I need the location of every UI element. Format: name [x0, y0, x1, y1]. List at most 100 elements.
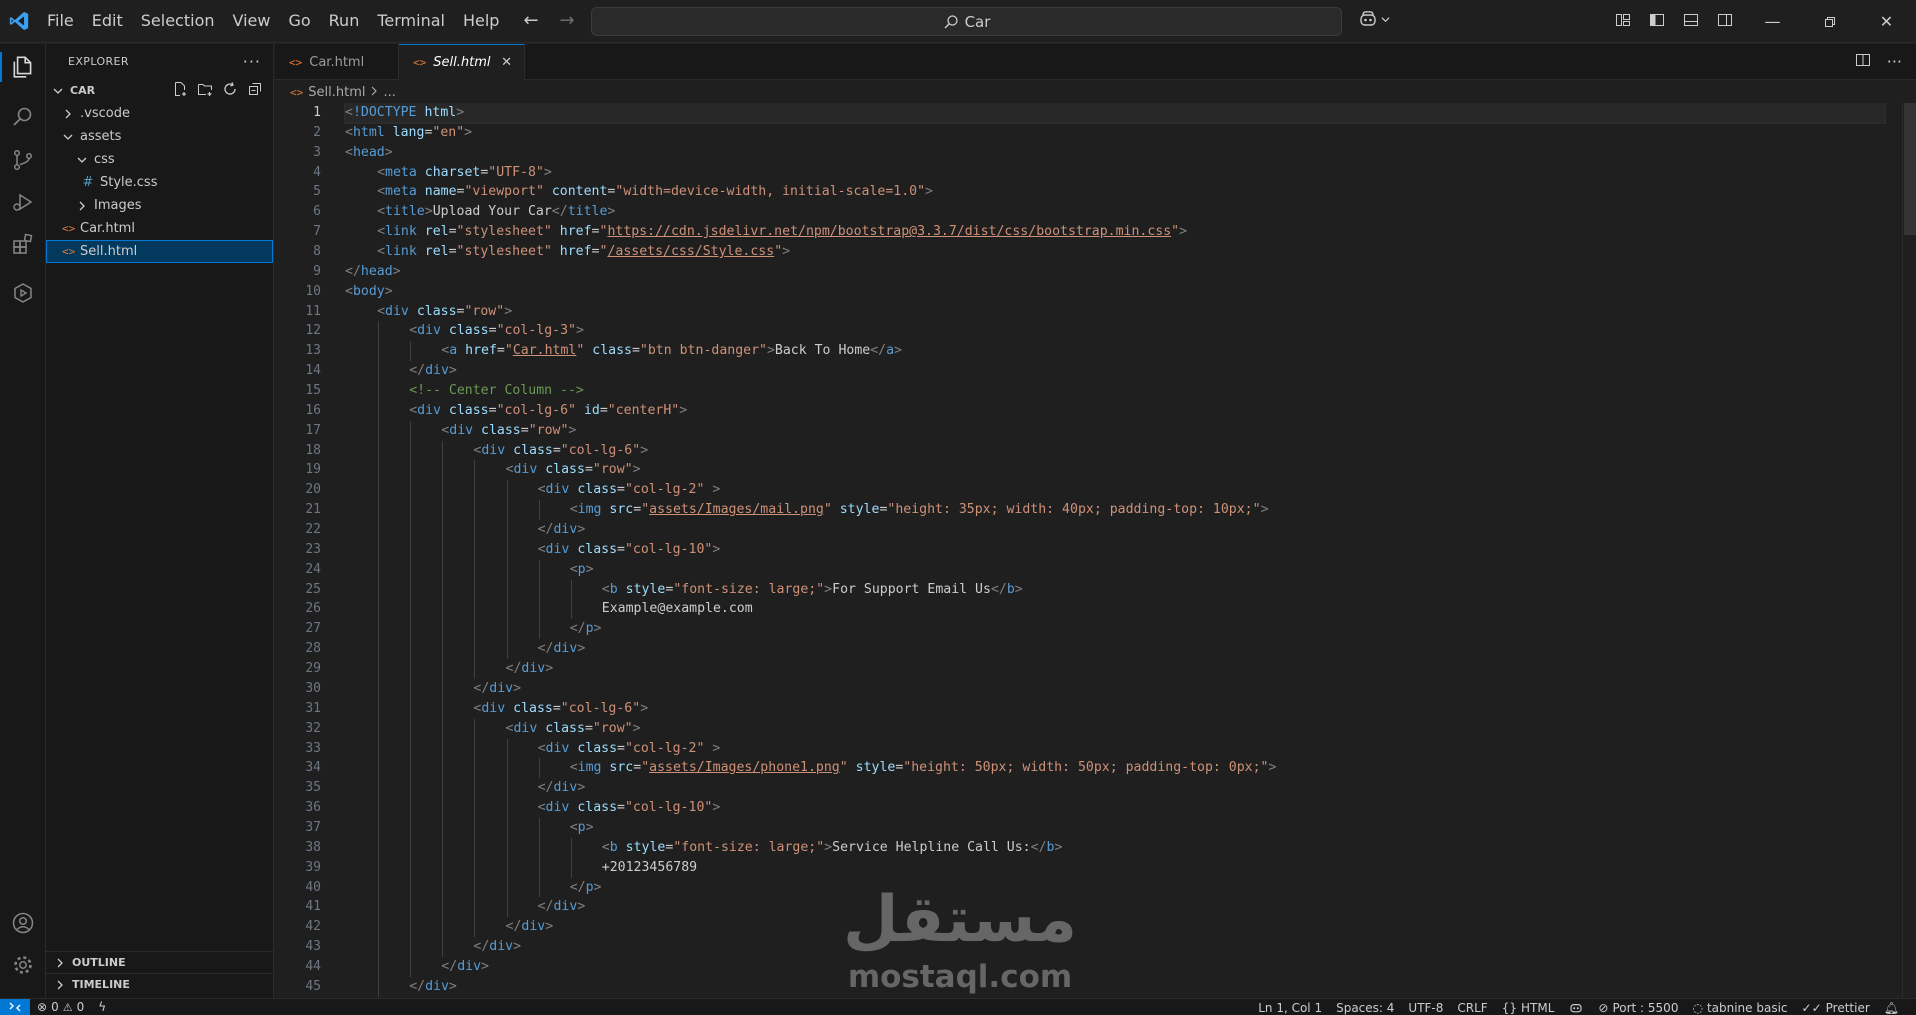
- more-actions-icon[interactable]: ···: [1887, 52, 1902, 72]
- code-line[interactable]: </div>: [345, 659, 1885, 679]
- run-debug-icon[interactable]: [0, 179, 46, 225]
- problems-indicator[interactable]: ⊗ 0 ⚠ 0: [30, 999, 91, 1015]
- code-line[interactable]: <div class="col-lg-10">: [345, 539, 1885, 560]
- code-line[interactable]: </div>: [345, 976, 1885, 997]
- code-line[interactable]: <meta charset="UTF-8">: [345, 163, 1885, 183]
- remote-explorer-icon[interactable]: [0, 270, 46, 316]
- code-line[interactable]: </div>: [345, 678, 1885, 699]
- code-line[interactable]: </div>: [345, 361, 1885, 382]
- prettier-status[interactable]: ✓✓ Prettier: [1795, 999, 1877, 1015]
- indentation[interactable]: Spaces: 4: [1329, 999, 1401, 1015]
- code-line[interactable]: <img src="assets/Images/mail.png" style=…: [345, 500, 1885, 521]
- code-line[interactable]: </head>: [345, 262, 1885, 282]
- notifications[interactable]: 🔔︎: [1877, 999, 1906, 1015]
- encoding[interactable]: UTF-8: [1401, 999, 1450, 1015]
- editor-scrollbar[interactable]: [1902, 103, 1916, 998]
- live-share-item[interactable]: ϟ: [91, 999, 113, 1015]
- code-line[interactable]: <a href="Car.html" class="btn btn-danger…: [345, 341, 1885, 362]
- command-center-search[interactable]: Car: [591, 7, 1342, 36]
- menu-run[interactable]: Run: [320, 6, 369, 36]
- code-line[interactable]: </div>: [345, 639, 1885, 660]
- breadcrumb-file[interactable]: Sell.html: [308, 85, 365, 100]
- code-editor[interactable]: 1 2 3 4 5 6 7 8 9 10 11 12 13 14 15 16 17 18 19 20 21 22 23 24 2…: [275, 103, 1916, 998]
- toggle-secondary-sidebar-icon[interactable]: [1714, 9, 1736, 31]
- code-line[interactable]: <!-- Center Column -->: [345, 381, 1885, 401]
- menu-help[interactable]: Help: [454, 6, 508, 36]
- forward-arrow-icon[interactable]: →: [556, 10, 578, 31]
- code-line[interactable]: <link rel="stylesheet" href="/assets/css…: [345, 242, 1885, 262]
- menu-view[interactable]: View: [224, 6, 280, 36]
- code-line[interactable]: <div class="col-lg-6">: [345, 698, 1885, 719]
- more-actions-icon[interactable]: ···: [243, 52, 261, 71]
- code-line[interactable]: <div class="col-lg-10">: [345, 798, 1885, 818]
- code-line[interactable]: <head>: [345, 143, 1885, 163]
- code-line[interactable]: </div>: [345, 937, 1885, 957]
- tab-car-html[interactable]: <> Car.html: [275, 44, 399, 80]
- code-line[interactable]: </p>: [345, 877, 1885, 898]
- code-line[interactable]: <b style="font-size: large;">For Support…: [345, 579, 1885, 600]
- code-line[interactable]: <div class="col-lg-2" >: [345, 738, 1885, 759]
- search-icon[interactable]: [0, 94, 46, 140]
- live-server-port[interactable]: ⊘ Port : 5500: [1591, 999, 1685, 1015]
- end-of-line[interactable]: CRLF: [1450, 999, 1494, 1015]
- code-line[interactable]: </div>: [345, 520, 1885, 540]
- toggle-panel-icon[interactable]: [1680, 9, 1702, 31]
- tree-item-assets[interactable]: assets: [46, 125, 273, 148]
- code-line[interactable]: <img src="assets/Images/phone1.png" styl…: [345, 758, 1885, 779]
- close-icon[interactable]: ✕: [1858, 0, 1915, 43]
- menu-terminal[interactable]: Terminal: [368, 6, 454, 36]
- remote-indicator[interactable]: [0, 998, 30, 1015]
- code-line[interactable]: <div class="col-lg-2" >: [345, 480, 1885, 501]
- timeline-section[interactable]: TIMELINE: [46, 973, 273, 995]
- menu-file[interactable]: File: [38, 6, 83, 36]
- code-line[interactable]: <b style="font-size: large;">Service Hel…: [345, 837, 1885, 858]
- copilot-button[interactable]: [1358, 10, 1390, 28]
- restore-icon[interactable]: [1801, 0, 1858, 43]
- tree-item-sell-html[interactable]: <> Sell.html: [46, 240, 273, 263]
- extensions-icon[interactable]: [0, 221, 46, 267]
- new-file-icon[interactable]: [172, 81, 188, 100]
- tree-item-vscode[interactable]: .vscode: [46, 102, 273, 125]
- outline-section[interactable]: OUTLINE: [46, 951, 273, 973]
- menu-go[interactable]: Go: [279, 6, 319, 36]
- code-lines[interactable]: <!DOCTYPE html> <html lang="en"> <head> <me…: [344, 103, 1886, 997]
- code-line[interactable]: +20123456789: [345, 857, 1885, 878]
- explorer-icon[interactable]: [0, 44, 46, 90]
- accounts-icon[interactable]: [0, 900, 46, 946]
- copilot-status[interactable]: [1561, 999, 1591, 1015]
- cursor-position[interactable]: Ln 1, Col 1: [1251, 999, 1329, 1015]
- split-editor-icon[interactable]: [1855, 52, 1871, 72]
- code-line[interactable]: <div class="row">: [345, 420, 1885, 441]
- tree-item-images[interactable]: Images: [46, 194, 273, 217]
- minimize-icon[interactable]: —: [1744, 0, 1801, 43]
- new-folder-icon[interactable]: [197, 81, 213, 100]
- close-tab-icon[interactable]: ✕: [501, 55, 512, 70]
- back-arrow-icon[interactable]: ←: [520, 10, 542, 31]
- code-line[interactable]: <body>: [345, 282, 1885, 302]
- language-mode[interactable]: {} HTML: [1495, 999, 1562, 1015]
- collapse-all-icon[interactable]: [247, 81, 263, 100]
- breadcrumb-more[interactable]: ...: [383, 85, 395, 100]
- tree-item-car-html[interactable]: <> Car.html: [46, 217, 273, 240]
- tree-item-css[interactable]: css: [46, 148, 273, 171]
- tabnine-status[interactable]: ◌ tabnine basic: [1685, 999, 1794, 1015]
- code-line[interactable]: <p>: [345, 559, 1885, 580]
- code-line[interactable]: <link rel="stylesheet" href="https://cdn…: [345, 222, 1885, 242]
- code-line[interactable]: <html lang="en">: [345, 123, 1885, 143]
- folder-root-car[interactable]: CAR: [46, 79, 273, 102]
- tab-sell-html[interactable]: <> Sell.html ✕: [399, 44, 525, 80]
- menu-selection[interactable]: Selection: [132, 6, 224, 36]
- code-line[interactable]: <title>Upload Your Car</title>: [345, 202, 1885, 222]
- source-control-icon[interactable]: [0, 137, 46, 183]
- refresh-icon[interactable]: [222, 81, 238, 100]
- code-line[interactable]: </div>: [345, 956, 1885, 977]
- code-line[interactable]: <!DOCTYPE html>: [344, 103, 1886, 124]
- code-line[interactable]: <p>: [345, 817, 1885, 838]
- code-line[interactable]: <div class="col-lg-6">: [345, 440, 1885, 461]
- code-line[interactable]: <div class="col-lg-3">: [345, 321, 1885, 342]
- customize-layout-icon[interactable]: [1612, 9, 1634, 31]
- code-line[interactable]: </div>: [345, 917, 1885, 938]
- code-line[interactable]: </div>: [345, 897, 1885, 918]
- code-line[interactable]: Example@example.com: [345, 599, 1885, 620]
- code-line[interactable]: <meta name="viewport" content="width=dev…: [345, 182, 1885, 202]
